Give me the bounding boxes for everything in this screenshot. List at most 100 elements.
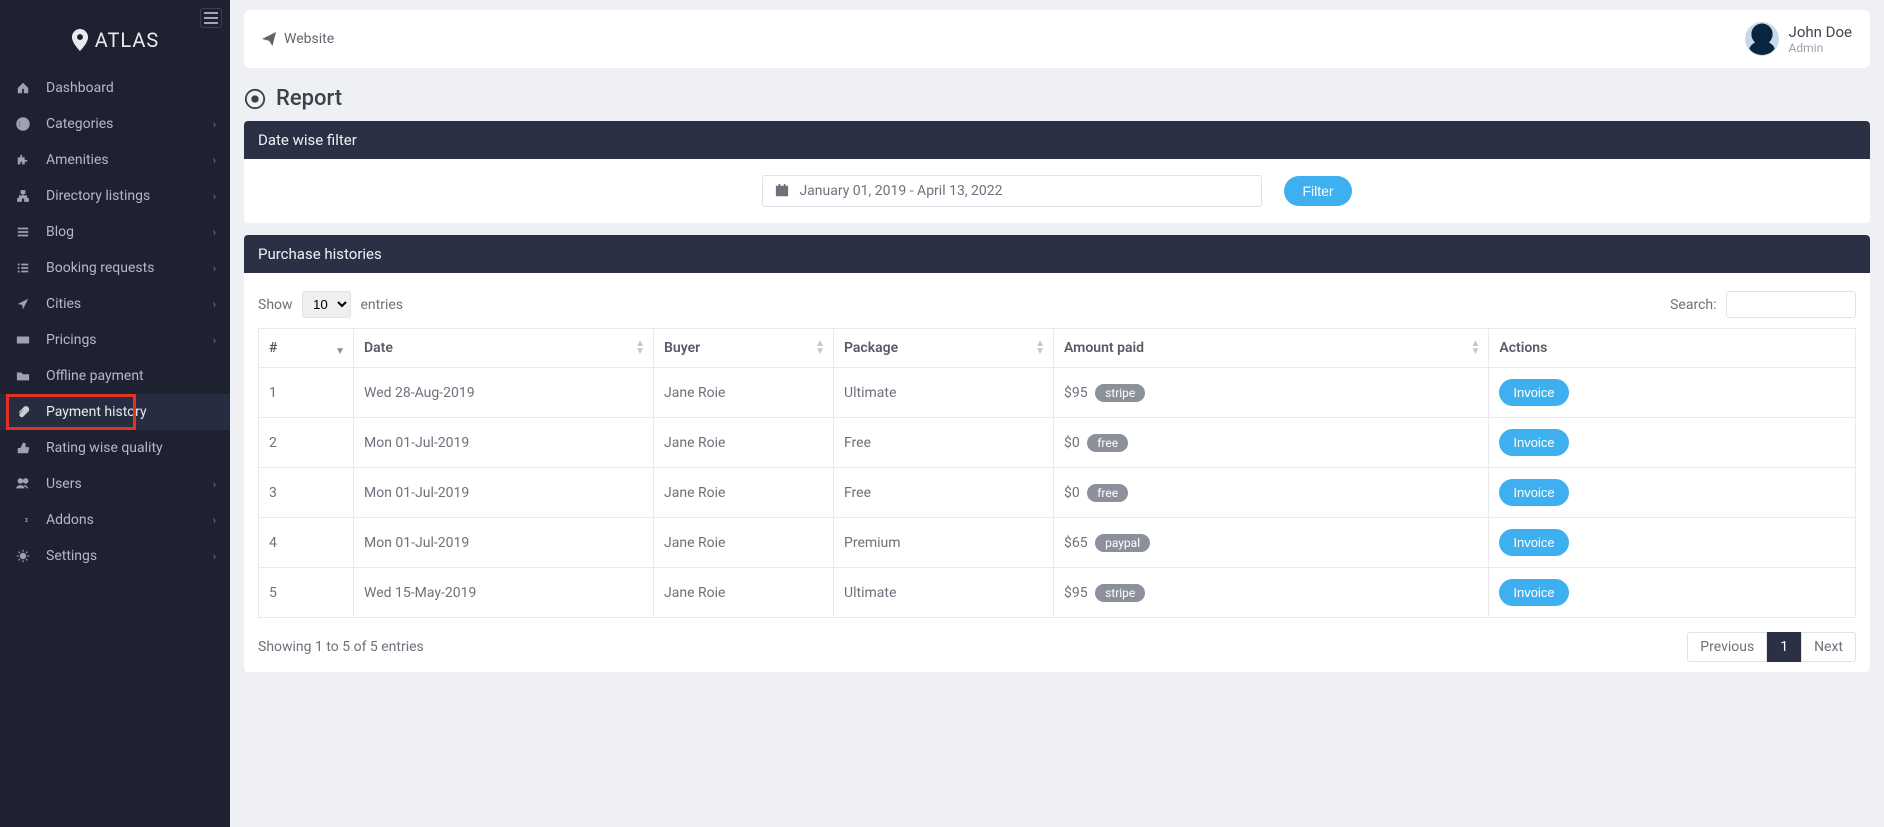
sidebar-item-rating-wise-quality[interactable]: Rating wise quality <box>0 430 230 466</box>
cell-buyer: Jane Roie <box>654 468 834 518</box>
invoice-button[interactable]: Invoice <box>1499 479 1568 506</box>
cell-package: Ultimate <box>834 368 1054 418</box>
col-amount-paid[interactable]: Amount paid▲▼ <box>1054 329 1489 368</box>
table-row: 1Wed 28-Aug-2019Jane RoieUltimate$95 str… <box>259 368 1856 418</box>
invoice-button[interactable]: Invoice <box>1499 379 1568 406</box>
date-range-input[interactable]: January 01, 2019 - April 13, 2022 <box>762 175 1262 207</box>
sidebar-item-cities[interactable]: Cities› <box>0 286 230 322</box>
sort-icon: ▲▼ <box>635 340 645 356</box>
sidebar-item-label: Amenities <box>46 152 109 168</box>
page-prev[interactable]: Previous <box>1687 632 1767 662</box>
col-package[interactable]: Package▲▼ <box>834 329 1054 368</box>
page-1[interactable]: 1 <box>1767 632 1801 662</box>
cell-date: Mon 01-Jul-2019 <box>354 468 654 518</box>
sidebar-item-label: Categories <box>46 116 113 132</box>
cell-date: Mon 01-Jul-2019 <box>354 518 654 568</box>
cell-amount: $95 stripe <box>1054 368 1489 418</box>
sidebar-item-directory-listings[interactable]: Directory listings › <box>0 178 230 214</box>
payment-method-badge: free <box>1087 434 1128 452</box>
sidebar-item-categories[interactable]: Categories› <box>0 106 230 142</box>
col-buyer[interactable]: Buyer▲▼ <box>654 329 834 368</box>
cell-amount: $65 paypal <box>1054 518 1489 568</box>
search-label: Search: <box>1670 297 1716 313</box>
cell-buyer: Jane Roie <box>654 418 834 468</box>
cell-num: 3 <box>259 468 354 518</box>
payment-method-badge: paypal <box>1095 534 1150 552</box>
thumbs-up-icon <box>14 440 32 456</box>
filter-button[interactable]: Filter <box>1284 176 1351 206</box>
cell-num: 5 <box>259 568 354 618</box>
cell-package: Premium <box>834 518 1054 568</box>
location-arrow-icon <box>14 296 32 312</box>
payment-method-badge: stripe <box>1095 384 1145 402</box>
bars-icon <box>204 11 218 25</box>
cell-amount: $95 stripe <box>1054 568 1489 618</box>
sidebar-item-offline-payment[interactable]: Offline payment <box>0 358 230 394</box>
col-date[interactable]: Date▲▼ <box>354 329 654 368</box>
sidebar-item-label: Addons <box>46 512 94 528</box>
date-filter-panel: Date wise filter January 01, 2019 - Apri… <box>244 121 1870 223</box>
sidebar-item-payment-history[interactable]: Payment history <box>0 394 230 430</box>
calendar-icon <box>775 184 789 198</box>
cell-buyer: Jane Roie <box>654 518 834 568</box>
cell-num: 2 <box>259 418 354 468</box>
sort-icon: ▲▼ <box>1470 340 1480 356</box>
tasks-icon <box>14 260 32 276</box>
search-input[interactable] <box>1726 291 1856 318</box>
sidebar-item-amenities[interactable]: Amenities› <box>0 142 230 178</box>
list-icon <box>14 224 32 240</box>
entries-select[interactable]: 10 <box>302 291 351 318</box>
sidebar-item-settings[interactable]: Settings› <box>0 538 230 574</box>
col--[interactable]: #▲▼ <box>259 329 354 368</box>
cell-num: 4 <box>259 518 354 568</box>
payment-method-badge: stripe <box>1095 584 1145 602</box>
chevron-right-icon: › <box>213 190 216 203</box>
cell-amount: $0 free <box>1054 468 1489 518</box>
pagination: Previous 1 Next <box>1687 632 1856 662</box>
map-pin-icon <box>71 29 89 51</box>
website-link[interactable]: Website <box>262 31 334 47</box>
sidebar-item-dashboard[interactable]: Dashboard <box>0 70 230 106</box>
user-role: Admin <box>1789 41 1852 55</box>
cell-date: Wed 28-Aug-2019 <box>354 368 654 418</box>
table-row: 2Mon 01-Jul-2019Jane RoieFree$0 freeInvo… <box>259 418 1856 468</box>
sidebar-item-label: Rating wise quality <box>46 440 163 456</box>
chevron-right-icon: › <box>213 298 216 311</box>
user-name: John Doe <box>1789 23 1852 41</box>
globe-icon <box>14 116 32 132</box>
cell-package: Free <box>834 468 1054 518</box>
invoice-button[interactable]: Invoice <box>1499 529 1568 556</box>
circle-dot-icon <box>244 88 266 110</box>
sidebar-item-pricings[interactable]: Pricings› <box>0 322 230 358</box>
sidebar-item-label: Directory listings <box>46 188 150 204</box>
sort-icon: ▲▼ <box>1035 340 1045 356</box>
sidebar: ATLAS DashboardCategories›Amenities›Dire… <box>0 0 230 827</box>
page-title: Report <box>244 86 1870 111</box>
date-range-value: January 01, 2019 - April 13, 2022 <box>799 183 1002 199</box>
invoice-button[interactable]: Invoice <box>1499 579 1568 606</box>
topbar: Website John Doe Admin <box>244 10 1870 68</box>
table-row: 5Wed 15-May-2019Jane RoieUltimate$95 str… <box>259 568 1856 618</box>
folder-icon <box>14 368 32 384</box>
chevron-right-icon: › <box>213 550 216 563</box>
cell-date: Wed 15-May-2019 <box>354 568 654 618</box>
sidebar-item-booking-requests[interactable]: Booking requests› <box>0 250 230 286</box>
sidebar-item-addons[interactable]: Addons› <box>0 502 230 538</box>
sidebar-item-users[interactable]: Users› <box>0 466 230 502</box>
page-next[interactable]: Next <box>1801 632 1856 662</box>
sort-icon: ▲▼ <box>335 340 345 356</box>
sidebar-item-label: Dashboard <box>46 80 114 96</box>
col-actions[interactable]: Actions <box>1489 329 1856 368</box>
cell-buyer: Jane Roie <box>654 368 834 418</box>
sidebar-item-label: Users <box>46 476 82 492</box>
cell-date: Mon 01-Jul-2019 <box>354 418 654 468</box>
chevron-right-icon: › <box>213 262 216 275</box>
user-menu[interactable]: John Doe Admin <box>1745 22 1852 56</box>
cell-package: Free <box>834 418 1054 468</box>
table-row: 4Mon 01-Jul-2019Jane RoiePremium$65 payp… <box>259 518 1856 568</box>
sidebar-item-blog[interactable]: Blog› <box>0 214 230 250</box>
sidebar-toggle-button[interactable] <box>200 8 222 28</box>
payment-method-badge: free <box>1087 484 1128 502</box>
sitemap-icon <box>14 188 32 204</box>
invoice-button[interactable]: Invoice <box>1499 429 1568 456</box>
